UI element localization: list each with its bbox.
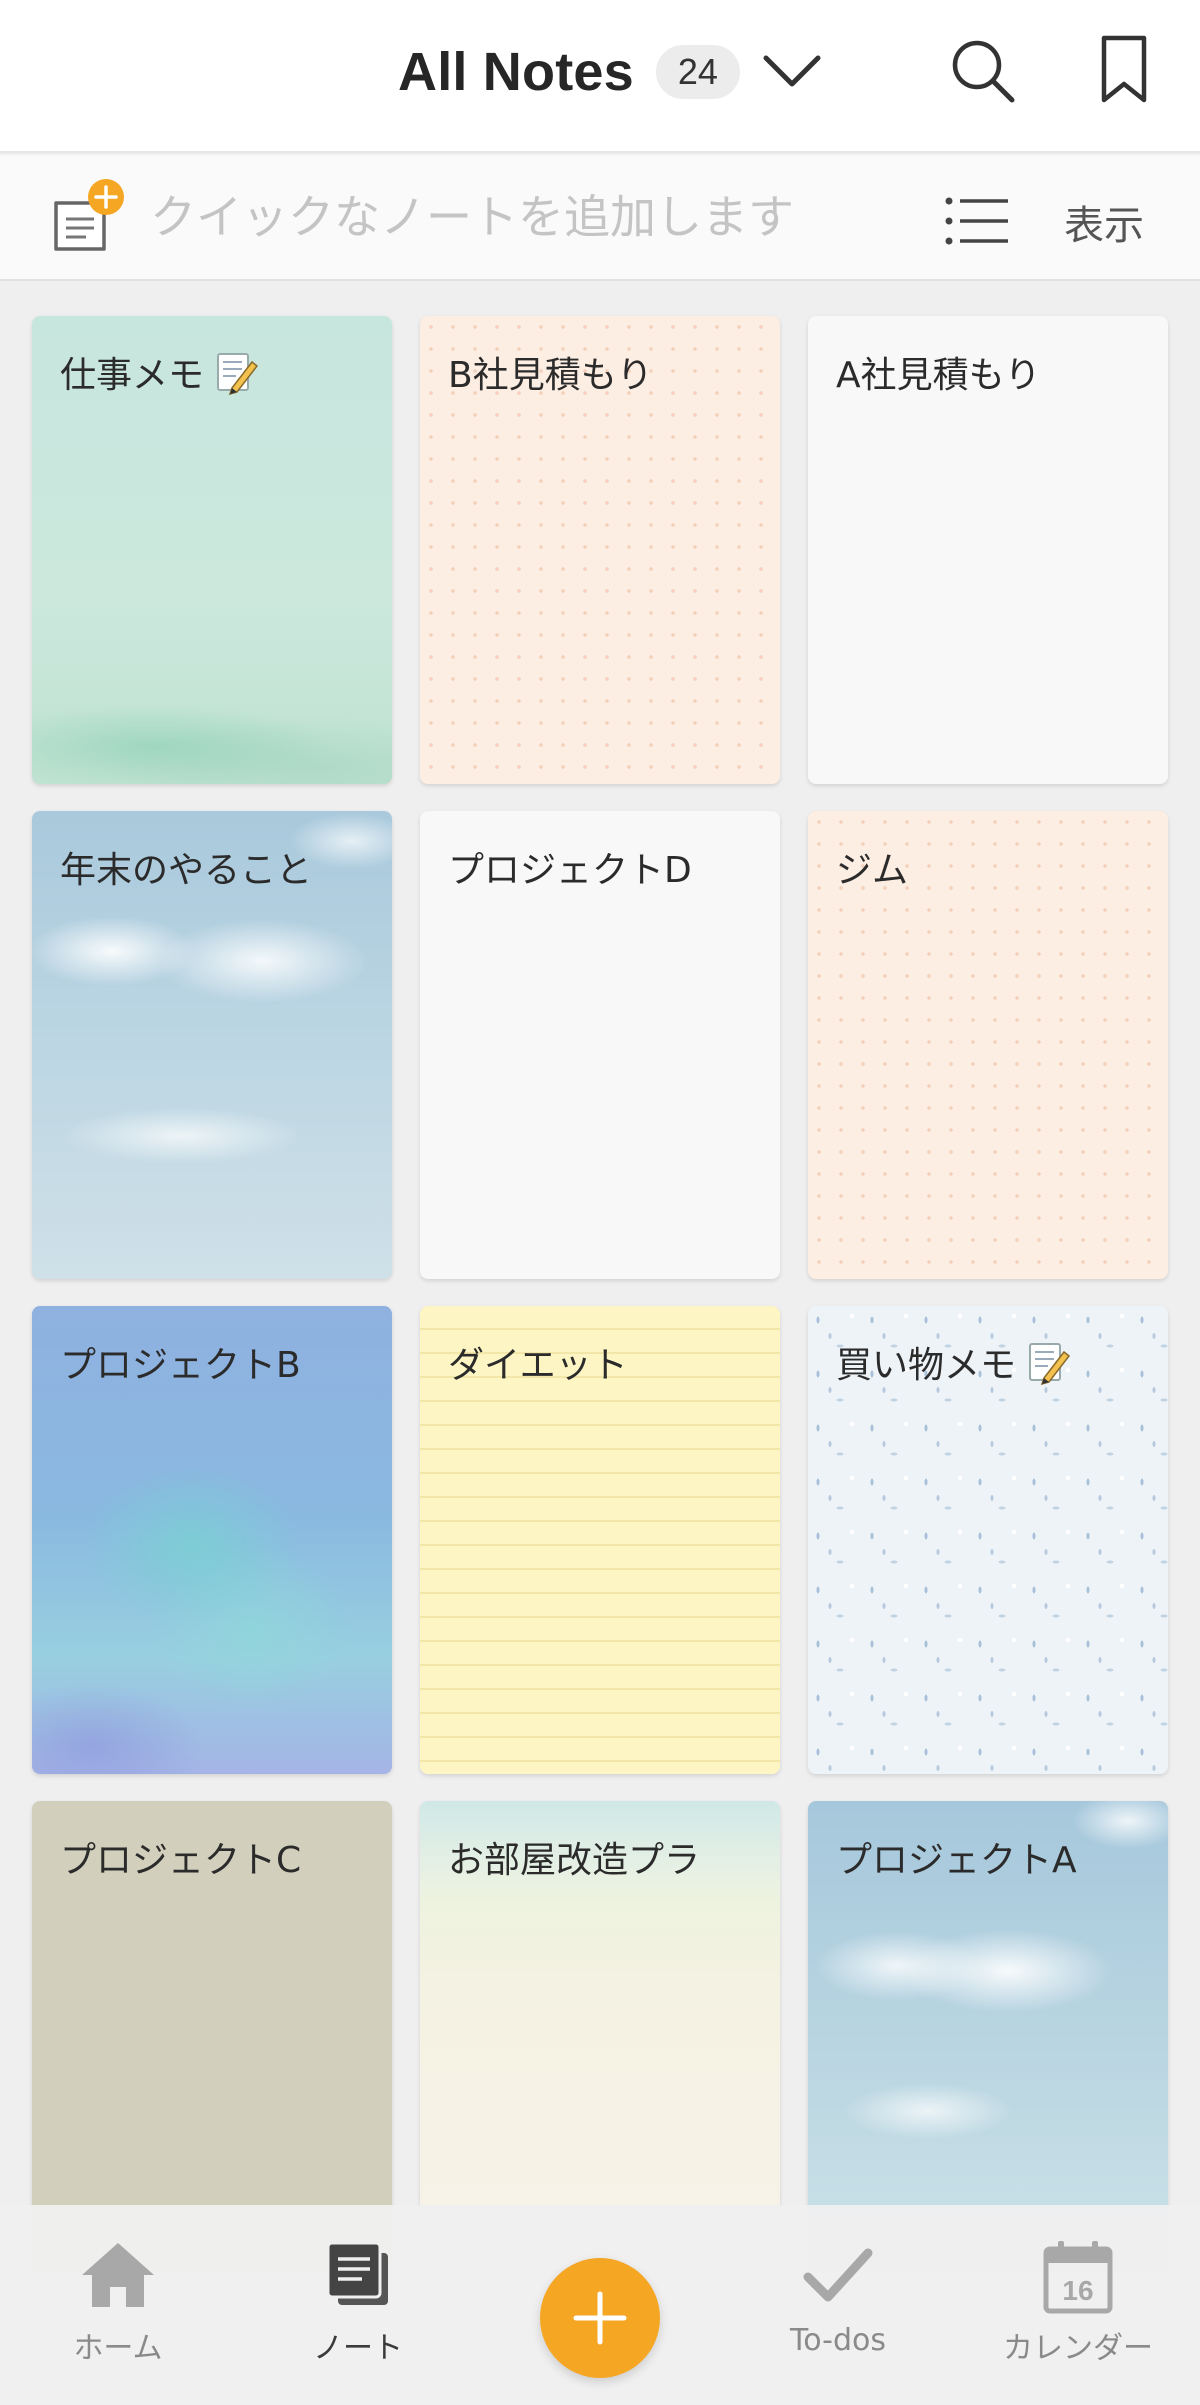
- calendar-day-number: 16: [1062, 2275, 1093, 2306]
- note-card[interactable]: プロジェクトC: [32, 1801, 392, 2269]
- note-title: 年末のやること: [60, 850, 313, 891]
- note-title: ジム: [836, 850, 909, 891]
- home-icon: [82, 2243, 154, 2307]
- nav-notes-label: ノート: [313, 2331, 403, 2366]
- note-card[interactable]: A社見積もり: [808, 316, 1168, 784]
- note-title: お部屋改造プラ: [448, 1840, 701, 1881]
- note-card[interactable]: B社見積もり: [420, 316, 780, 784]
- memo-pencil-icon: [1029, 1343, 1071, 1386]
- note-title: プロジェクトD: [448, 850, 692, 891]
- note-card[interactable]: プロジェクトB: [32, 1306, 392, 1774]
- chevron-down-icon: [763, 55, 821, 87]
- note-title: B社見積もり: [448, 355, 653, 396]
- nav-home-label: ホーム: [73, 2331, 163, 2366]
- add-note-icon[interactable]: [50, 177, 134, 261]
- note-title: 仕事メモ: [60, 346, 380, 398]
- nav-notes[interactable]: ノート: [268, 2235, 448, 2385]
- note-card[interactable]: プロジェクトD: [420, 811, 780, 1279]
- note-title: プロジェクトC: [60, 1840, 302, 1881]
- note-card[interactable]: プロジェクトA: [808, 1801, 1168, 2269]
- view-options-button[interactable]: 表示: [1064, 193, 1144, 251]
- quick-note-bar: 表示: [0, 155, 1200, 281]
- note-title: 買い物メモ: [836, 1336, 1156, 1388]
- nav-calendar[interactable]: 16 カレンダー: [988, 2235, 1168, 2385]
- check-icon: [803, 2248, 873, 2302]
- memo-pencil-icon: [217, 353, 259, 396]
- note-card[interactable]: お部屋改造プラ: [420, 1801, 780, 2269]
- note-title: プロジェクトA: [836, 1840, 1077, 1881]
- nav-todos-label: To-dos: [790, 2323, 886, 2358]
- calendar-icon: 16: [1043, 2241, 1113, 2314]
- note-count-badge: 24: [655, 45, 740, 99]
- note-card[interactable]: ジム: [808, 811, 1168, 1279]
- plus-icon: [573, 2291, 627, 2345]
- note-card[interactable]: 年末のやること: [32, 811, 392, 1279]
- search-icon[interactable]: [948, 36, 1018, 106]
- list-view-icon[interactable]: [944, 195, 1010, 247]
- note-title: A社見積もり: [836, 355, 1041, 396]
- nav-todos[interactable]: To-dos: [748, 2235, 928, 2385]
- notes-icon: [326, 2241, 388, 2305]
- notes-app: All Notes 24 クイックなノートを追加します 表示 仕事メモ B社見積…: [0, 0, 1200, 2405]
- note-card[interactable]: 仕事メモ: [32, 316, 392, 784]
- bookmark-icon[interactable]: [1098, 34, 1150, 106]
- notebook-selector[interactable]: All Notes 24: [398, 36, 824, 108]
- note-card[interactable]: ダイエット: [420, 1306, 780, 1774]
- nav-home[interactable]: ホーム: [28, 2235, 208, 2385]
- quick-note-input[interactable]: [150, 187, 910, 247]
- note-title: プロジェクトB: [60, 1345, 301, 1386]
- header-bar: All Notes 24: [0, 0, 1200, 153]
- nav-calendar-label: カレンダー: [1003, 2331, 1153, 2366]
- add-note-fab[interactable]: [540, 2258, 660, 2378]
- page-title: All Notes: [398, 42, 634, 102]
- notes-grid: 仕事メモ B社見積もり A社見積もり 年末のやること プロジェクトD ジム プロ…: [32, 316, 1168, 2269]
- note-card[interactable]: 買い物メモ: [808, 1306, 1168, 1774]
- note-title: ダイエット: [448, 1345, 628, 1386]
